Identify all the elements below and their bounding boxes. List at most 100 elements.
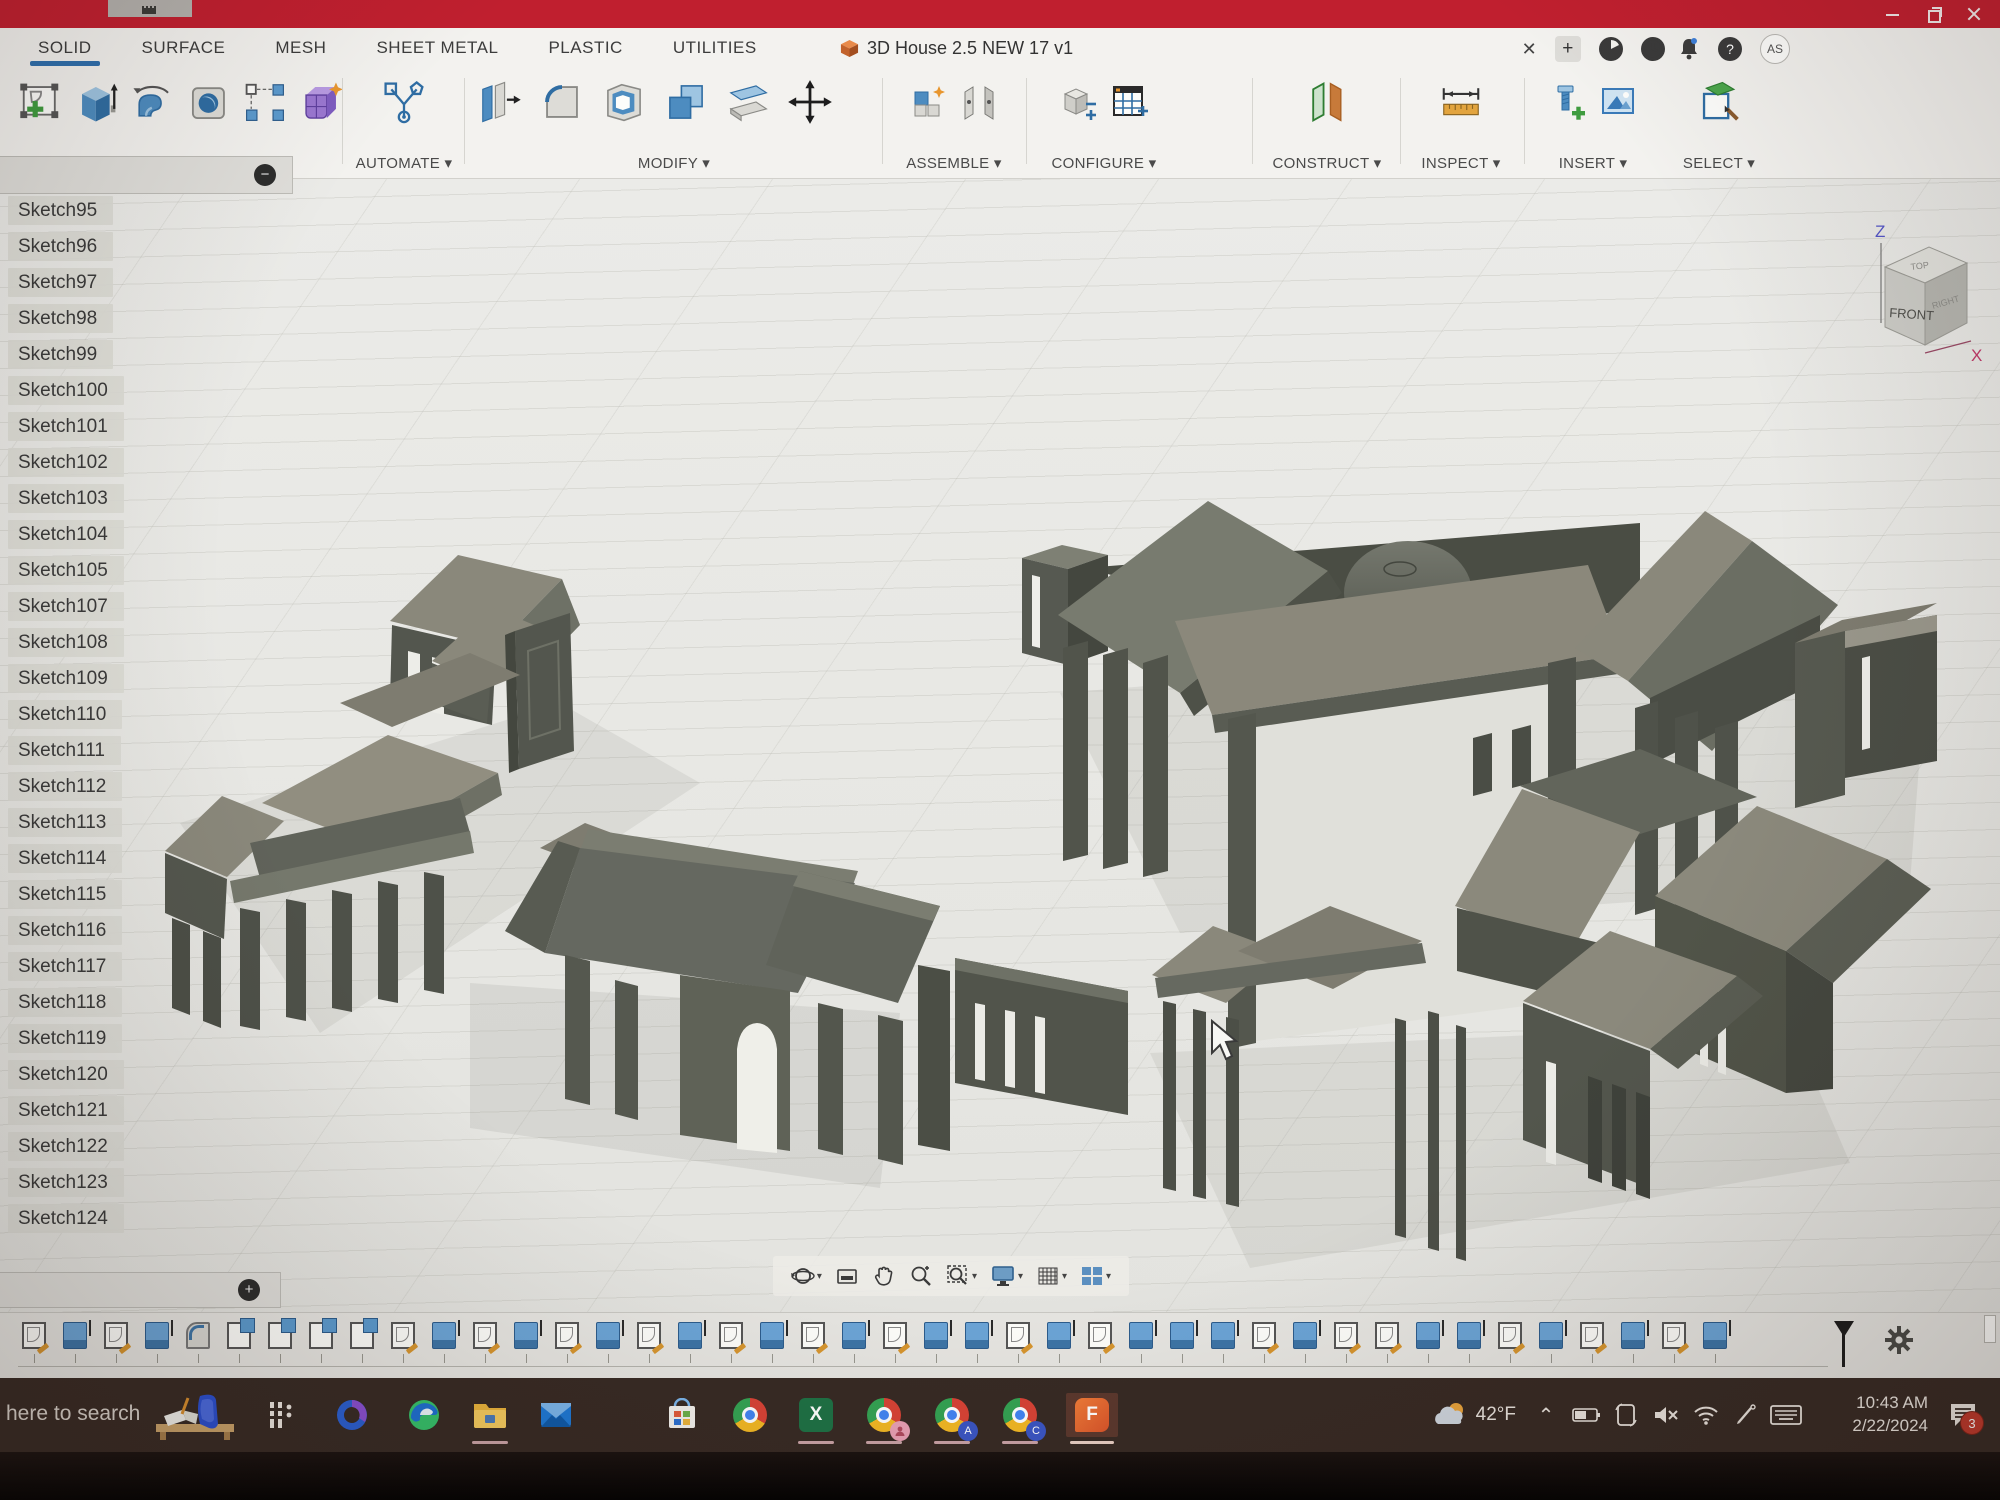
- new-component-icon[interactable]: [909, 74, 949, 130]
- timeline-feature[interactable]: [1047, 1322, 1071, 1363]
- touch-keyboard-icon[interactable]: [1766, 1393, 1806, 1437]
- viewports-icon[interactable]: ▾: [1080, 1264, 1111, 1288]
- browser-sketch-item[interactable]: Sketch115: [8, 880, 122, 909]
- joint-icon[interactable]: [959, 74, 999, 130]
- group-label-automate[interactable]: AUTOMATE ▾: [352, 154, 456, 172]
- timeline-feature[interactable]: [268, 1322, 292, 1363]
- fillet-icon[interactable]: [536, 74, 588, 130]
- edge-icon[interactable]: [402, 1393, 446, 1437]
- timeline-feature[interactable]: [883, 1322, 907, 1363]
- split-body-icon[interactable]: [722, 74, 774, 130]
- timeline-feature[interactable]: [719, 1322, 743, 1363]
- timeline-zoom-handle[interactable]: [1984, 1315, 1996, 1343]
- shell-icon[interactable]: [598, 74, 650, 130]
- notifications-bell-icon[interactable]: [1678, 37, 1700, 61]
- display-settings-icon[interactable]: ▾: [990, 1264, 1023, 1288]
- measure-icon[interactable]: [1435, 74, 1487, 130]
- group-label-inspect[interactable]: INSPECT ▾: [1406, 154, 1516, 172]
- timeline-feature[interactable]: [678, 1322, 702, 1363]
- browser-sketch-item[interactable]: Sketch96: [8, 232, 113, 261]
- browser-sketch-item[interactable]: Sketch95: [8, 196, 113, 225]
- restore-button[interactable]: [1926, 7, 1941, 22]
- timeline-feature[interactable]: [309, 1322, 333, 1363]
- construct-plane-icon[interactable]: [1301, 74, 1353, 130]
- browser-sketch-item[interactable]: Sketch101: [8, 412, 124, 441]
- timeline-feature[interactable]: [473, 1322, 497, 1363]
- ribbon-tab[interactable]: SURFACE: [140, 34, 228, 62]
- extrude-icon[interactable]: [74, 74, 120, 130]
- revolve-icon[interactable]: [130, 74, 176, 130]
- browser-sketch-item[interactable]: Sketch102: [8, 448, 124, 477]
- timeline-feature[interactable]: [63, 1322, 87, 1363]
- rotation-lock-icon[interactable]: [1606, 1393, 1646, 1437]
- browser-sketch-item[interactable]: Sketch98: [8, 304, 113, 333]
- browser-sketch-item[interactable]: Sketch111: [8, 736, 121, 765]
- browser-sketch-item[interactable]: Sketch99: [8, 340, 113, 369]
- group-label-assemble[interactable]: ASSEMBLE ▾: [890, 154, 1018, 172]
- document-tab[interactable]: 3D House 2.5 NEW 17 v1: [840, 28, 1073, 68]
- timeline-feature[interactable]: [760, 1322, 784, 1363]
- mail-icon[interactable]: [534, 1393, 578, 1437]
- pan-icon[interactable]: [872, 1264, 896, 1288]
- browser-sketch-item[interactable]: Sketch107: [8, 592, 124, 621]
- hole-icon[interactable]: [186, 74, 232, 130]
- timeline-feature[interactable]: [22, 1322, 46, 1363]
- new-tab-button[interactable]: +: [1555, 36, 1581, 62]
- weather-icon[interactable]: [1428, 1393, 1474, 1437]
- combine-icon[interactable]: [660, 74, 712, 130]
- taskbar-search[interactable]: here to search: [6, 1402, 140, 1426]
- chrome-icon[interactable]: [728, 1393, 772, 1437]
- fusion-360-icon[interactable]: F: [1066, 1393, 1118, 1437]
- timeline-feature[interactable]: [1129, 1322, 1153, 1363]
- browser-sketch-item[interactable]: Sketch114: [8, 844, 122, 873]
- zoom-icon[interactable]: [909, 1264, 933, 1288]
- task-view-icon[interactable]: [258, 1393, 302, 1437]
- temperature-label[interactable]: 42°F: [1476, 1404, 1516, 1426]
- group-label-insert[interactable]: INSERT ▾: [1530, 154, 1656, 172]
- configuration-table-icon[interactable]: [1109, 74, 1149, 130]
- timeline-feature[interactable]: [1375, 1322, 1399, 1363]
- timeline-feature[interactable]: [924, 1322, 948, 1363]
- timeline-feature[interactable]: [1662, 1322, 1686, 1363]
- browser-sketch-item[interactable]: Sketch109: [8, 664, 124, 693]
- timeline-feature[interactable]: [1252, 1322, 1276, 1363]
- timeline-feature[interactable]: [145, 1322, 169, 1363]
- timeline-feature[interactable]: [555, 1322, 579, 1363]
- browser-sketch-item[interactable]: Sketch116: [8, 916, 122, 945]
- timeline-feature[interactable]: [1334, 1322, 1358, 1363]
- ribbon-tab[interactable]: MESH: [273, 34, 328, 62]
- browser-scroll-footer[interactable]: +: [0, 1272, 281, 1308]
- browser-scroll-header[interactable]: −: [0, 156, 293, 194]
- browser-sketch-item[interactable]: Sketch100: [8, 376, 124, 405]
- browser-sketch-item[interactable]: Sketch105: [8, 556, 124, 585]
- timeline-feature[interactable]: [1703, 1322, 1727, 1363]
- browser-sketch-item[interactable]: Sketch108: [8, 628, 124, 657]
- configuration-icon[interactable]: [1059, 74, 1099, 130]
- group-label-configure[interactable]: CONFIGURE ▾: [1034, 154, 1174, 172]
- timeline-feature[interactable]: [637, 1322, 661, 1363]
- group-label-construct[interactable]: CONSTRUCT ▾: [1262, 154, 1392, 172]
- browser-sketch-item[interactable]: Sketch112: [8, 772, 122, 801]
- select-icon[interactable]: [1693, 74, 1745, 130]
- create-form-icon[interactable]: [298, 74, 344, 130]
- chrome-profile-c-icon[interactable]: C: [998, 1393, 1042, 1437]
- browser-sketch-item[interactable]: Sketch113: [8, 808, 122, 837]
- browser-sketch-item[interactable]: Sketch103: [8, 484, 124, 513]
- move-icon[interactable]: [784, 74, 836, 130]
- fit-icon[interactable]: ▾: [946, 1264, 977, 1288]
- timeline-feature[interactable]: [1457, 1322, 1481, 1363]
- excel-icon[interactable]: X: [794, 1393, 838, 1437]
- ribbon-tab[interactable]: SHEET METAL: [374, 34, 500, 62]
- rectangular-pattern-icon[interactable]: [242, 74, 288, 130]
- timeline-feature[interactable]: [514, 1322, 538, 1363]
- pen-icon[interactable]: [1726, 1393, 1766, 1437]
- automate-icon[interactable]: [378, 74, 430, 130]
- timeline-feature[interactable]: [1170, 1322, 1194, 1363]
- action-center-icon[interactable]: 3: [1940, 1393, 1986, 1437]
- browser-sketch-item[interactable]: Sketch122: [8, 1132, 124, 1161]
- browser-sketch-item[interactable]: Sketch97: [8, 268, 113, 297]
- microsoft-store-icon[interactable]: [660, 1393, 704, 1437]
- tray-chevron-icon[interactable]: ⌃: [1526, 1393, 1566, 1437]
- timeline-feature[interactable]: [391, 1322, 415, 1363]
- press-pull-icon[interactable]: [474, 74, 526, 130]
